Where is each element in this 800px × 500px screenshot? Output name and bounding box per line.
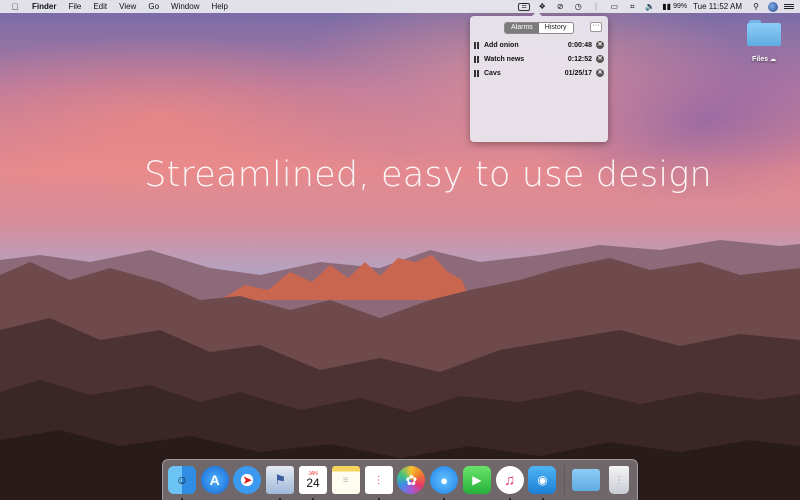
dock-preview[interactable]: ⚑: [265, 465, 295, 500]
folder-label: Files ☁: [752, 56, 776, 63]
user-avatar[interactable]: [768, 1, 778, 12]
dock-trash[interactable]: ⋮: [604, 465, 634, 495]
dock-photos[interactable]: ✿: [396, 465, 426, 495]
reminders-icon[interactable]: ⋮: [364, 466, 393, 494]
dock-itunes[interactable]: ♫: [495, 465, 525, 500]
pause-icon[interactable]: [474, 41, 480, 49]
wallpaper-mountains: [0, 240, 800, 500]
folder-label-text: Files: [752, 56, 768, 63]
trash-icon[interactable]: ⋮: [609, 466, 630, 494]
clock-icon[interactable]: ◷: [572, 2, 584, 11]
menu-help[interactable]: Help: [211, 2, 227, 11]
alarm-name: Watch news: [484, 55, 525, 63]
notes-icon[interactable]: ≡: [331, 466, 360, 494]
itunes-note-icon[interactable]: ♫: [495, 466, 524, 494]
battery-percent[interactable]: 99%: [673, 3, 687, 10]
airplay-icon[interactable]: ▭: [608, 2, 620, 11]
more-options-button[interactable]: ···: [590, 22, 602, 32]
menubar-clock[interactable]: Tue 11:52 AM: [693, 2, 742, 11]
menu-view[interactable]: View: [119, 2, 136, 11]
menu-edit[interactable]: Edit: [93, 2, 107, 11]
menu-go[interactable]: Go: [148, 2, 159, 11]
dock-facetime[interactable]: ▶: [462, 465, 492, 495]
alarm-row[interactable]: Cavs 01/25/17 ✕: [474, 67, 604, 79]
notification-center-icon[interactable]: [784, 4, 794, 9]
tweetbot-bird-icon[interactable]: ◉: [528, 466, 557, 494]
alarm-row[interactable]: Add onion 0:00:48 ✕: [474, 39, 604, 51]
dock-safari[interactable]: ➤: [233, 465, 263, 495]
dock-finder[interactable]: ☺: [167, 465, 197, 500]
menu-file[interactable]: File: [68, 2, 81, 11]
finder-icon[interactable]: ☺: [167, 466, 196, 494]
safari-compass-icon[interactable]: ➤: [233, 466, 262, 494]
calendar-icon[interactable]: JAN 24: [299, 466, 328, 494]
tab-alarms[interactable]: Alarms: [505, 23, 539, 33]
facetime-camera-icon[interactable]: ▶: [462, 466, 491, 494]
folder-icon[interactable]: [747, 18, 781, 46]
pause-icon[interactable]: [474, 55, 480, 63]
tab-history[interactable]: History: [538, 23, 573, 33]
dock-messages[interactable]: ●: [429, 465, 459, 500]
dock-notes[interactable]: ≡: [331, 465, 361, 495]
menu-bar:  Finder File Edit View Go Window Help ☰…: [0, 0, 800, 13]
headline-text: Streamlined, easy to use design: [144, 155, 712, 195]
wifi-icon[interactable]: ⌗: [626, 2, 638, 11]
alarm-name: Add onion: [484, 41, 519, 49]
alarm-app-status-icon[interactable]: ☰: [518, 2, 531, 11]
alarm-name: Cavs: [484, 69, 501, 77]
battery-icon[interactable]: ▮▮: [662, 2, 671, 11]
preview-icon[interactable]: ⚑: [266, 466, 295, 494]
volume-icon[interactable]: 🔈: [644, 2, 656, 11]
alarms-popover: Alarms History ··· Add onion 0:00:48 ✕ W…: [470, 11, 608, 142]
folder-icon[interactable]: [572, 469, 601, 491]
dropbox-icon[interactable]: ❖: [536, 2, 548, 11]
remove-alarm-icon[interactable]: ✕: [596, 69, 604, 77]
alarm-time: 0:12:52: [567, 55, 592, 63]
alarms-history-segmented-control: Alarms History: [504, 22, 574, 34]
alarm-time: 01/25/17: [564, 69, 592, 77]
desktop-folder-files[interactable]: Files ☁: [744, 18, 784, 68]
pause-icon[interactable]: [474, 69, 480, 77]
photos-flower-icon[interactable]: ✿: [397, 466, 426, 494]
dock-tweetbot[interactable]: ◉: [528, 465, 558, 500]
status-menus: ☰ ❖ ⊘ ◷ ᛒ ▭ ⌗ 🔈 ▮▮ 99% Tue 11:52 AM ⚲: [518, 0, 800, 13]
icloud-icon: ☁: [769, 57, 776, 63]
bluetooth-icon[interactable]: ᛒ: [590, 2, 602, 11]
apple-menu-icon[interactable]: : [6, 2, 24, 12]
remove-alarm-icon[interactable]: ✕: [596, 55, 604, 63]
calendar-day: 24: [306, 475, 320, 490]
menu-app-name[interactable]: Finder: [32, 2, 56, 11]
focus-circle-icon[interactable]: ⊘: [554, 2, 566, 11]
dock-calendar[interactable]: JAN 24: [298, 465, 328, 500]
menu-window[interactable]: Window: [171, 2, 199, 11]
dock-app-store[interactable]: A: [200, 465, 230, 495]
remove-alarm-icon[interactable]: ✕: [596, 41, 604, 49]
dock-separator: [564, 465, 566, 495]
dock-reminders[interactable]: ⋮: [364, 465, 394, 500]
alarm-row[interactable]: Watch news 0:12:52 ✕: [474, 53, 604, 65]
alarm-time: 0:00:48: [567, 41, 592, 49]
spotlight-search-icon[interactable]: ⚲: [750, 2, 762, 11]
dock-downloads-folder[interactable]: [571, 465, 601, 495]
dock: ☺ A ➤ ⚑ JAN 24 ≡ ⋮ ✿ ● ▶ ♫ ◉ ⋮: [162, 459, 638, 500]
desktop-screen:  Finder File Edit View Go Window Help ☰…: [0, 0, 800, 500]
app-store-icon[interactable]: A: [200, 466, 229, 494]
messages-bubble-icon[interactable]: ●: [430, 466, 459, 494]
